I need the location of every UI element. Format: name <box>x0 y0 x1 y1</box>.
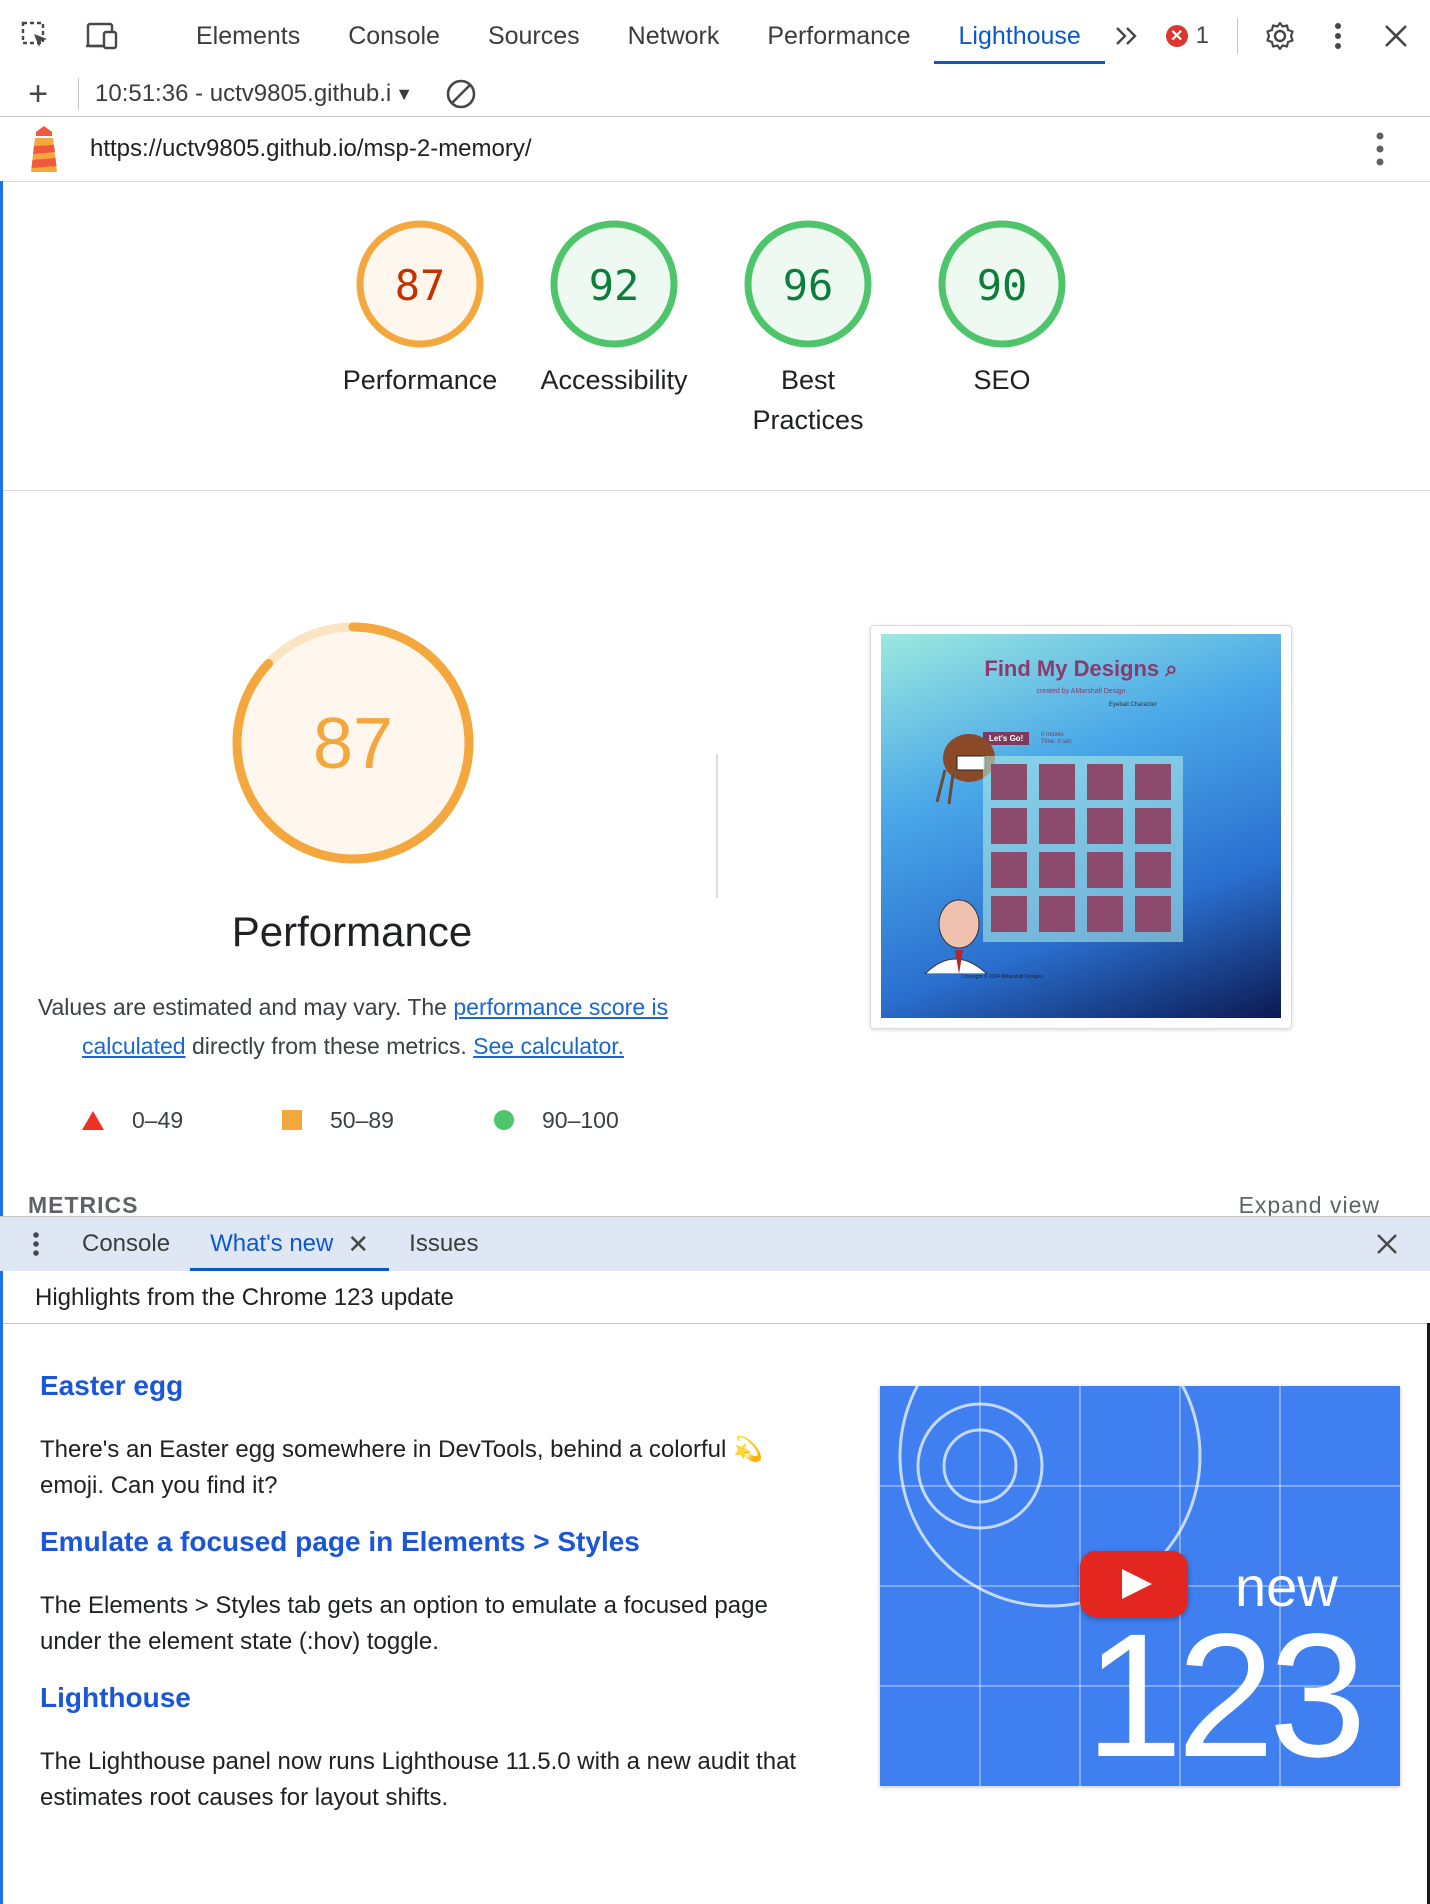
more-tabs-chevron-icon[interactable] <box>1105 0 1149 72</box>
new-report-plus-icon[interactable]: + <box>18 76 58 112</box>
clear-reports-icon[interactable] <box>443 76 479 112</box>
devtools-right-tools: ✕ 1 <box>1165 0 1430 72</box>
panel-tabs: Elements Console Sources Network Perform… <box>172 0 1149 72</box>
close-devtools-icon[interactable] <box>1376 16 1416 56</box>
tab-console[interactable]: Console <box>324 0 464 72</box>
devtools-tab-bar: Elements Console Sources Network Perform… <box>0 0 1430 73</box>
screenshot-footer: Copyright © 2024 AMarshall Designs <box>961 974 1043 980</box>
expand-view-button[interactable]: Expand view <box>1239 1192 1380 1219</box>
screenshot-subtitle: created by AMarshall Design <box>1036 688 1126 695</box>
error-icon: ✕ <box>1165 25 1188 47</box>
screenshot-moves: 0 moves Time: 0 sec <box>1041 732 1072 745</box>
gauge-ring-accessibility: 92 <box>550 220 678 348</box>
legend-average-range: 50–89 <box>330 1106 394 1133</box>
gauge-label-performance: Performance <box>342 365 498 395</box>
gauge-best-practices[interactable]: 96 Best Practices <box>718 218 898 440</box>
whats-new-item-title[interactable]: Lighthouse <box>40 1682 800 1714</box>
performance-description: Values are estimated and may vary. The p… <box>28 988 678 1066</box>
settings-gear-icon[interactable] <box>1260 16 1300 56</box>
chrome-update-video[interactable]: new 123 <box>880 1386 1400 1786</box>
report-selector-dropdown[interactable]: 10:51:36 - uctv9805.github.i ▼ <box>95 80 413 108</box>
gauge-accessibility[interactable]: 92 Accessibility <box>524 218 704 400</box>
tab-sources[interactable]: Sources <box>464 0 604 72</box>
see-calculator-link[interactable]: See calculator. <box>473 1033 624 1059</box>
legend-fail-range: 0–49 <box>132 1106 184 1133</box>
screenshot-card-grid <box>983 756 1183 942</box>
whats-new-header: Highlights from the Chrome 123 update <box>3 1271 1430 1324</box>
toolbar-divider <box>78 78 79 110</box>
gauge-score-best-practices: 96 <box>783 261 834 310</box>
lighthouse-toolbar: + 10:51:36 - uctv9805.github.i ▼ <box>0 72 1430 117</box>
gauge-score-accessibility: 92 <box>589 261 640 310</box>
gauge-ring-performance: 87 <box>356 220 484 348</box>
tab-lighthouse[interactable]: Lighthouse <box>934 0 1106 72</box>
drawer-tab-whats-new-label: What's new <box>210 1230 334 1257</box>
more-options-kebab-icon[interactable] <box>1318 16 1358 56</box>
report-menu-kebab-icon[interactable] <box>1370 129 1390 169</box>
whats-new-list: Easter egg There's an Easter egg somewhe… <box>40 1370 800 1816</box>
performance-big-score: 87 <box>313 704 393 784</box>
metrics-heading: METRICS <box>28 1192 139 1218</box>
gauge-label-accessibility: Accessibility <box>540 365 688 395</box>
whats-new-item-body: There's an Easter egg somewhere in DevTo… <box>40 1436 763 1499</box>
drawer-tab-whats-new[interactable]: What's new ✕ <box>190 1217 390 1271</box>
legend-fail: 0–49 <box>82 1107 282 1134</box>
report-selector-value: 10:51:36 - uctv9805.github.i <box>95 80 392 107</box>
device-toolbar-icon[interactable] <box>80 14 124 58</box>
category-gauges: 87 Performance 92 Accessibility 96 Best … <box>330 218 1150 458</box>
error-count: 1 <box>1195 22 1209 49</box>
report-url-bar: https://uctv9805.github.io/msp-2-memory/ <box>0 117 1430 182</box>
legend-pass: 90–100 <box>494 1107 619 1134</box>
screenshot-image: Find My Designs ⌕ created by AMarshall D… <box>881 634 1281 1018</box>
lighthouse-logo-icon <box>31 126 57 172</box>
left-focus-border <box>0 181 3 1904</box>
tab-network[interactable]: Network <box>604 0 744 72</box>
performance-big-gauge: 87 <box>232 622 474 864</box>
section-divider <box>3 490 1430 491</box>
whats-new-item-title[interactable]: Easter egg <box>40 1370 800 1402</box>
final-screenshot[interactable]: Find My Designs ⌕ created by AMarshall D… <box>870 625 1292 1029</box>
close-drawer-icon[interactable] <box>1370 1227 1404 1261</box>
gauge-label-seo: SEO <box>973 365 1031 395</box>
performance-desc-prefix: Values are estimated and may vary. The <box>37 994 454 1020</box>
drawer-tab-console[interactable]: Console <box>62 1217 190 1271</box>
pass-circle-icon <box>494 1110 514 1130</box>
dropdown-caret-icon: ▼ <box>395 83 414 104</box>
video-label-version: 123 <box>1085 1598 1367 1786</box>
performance-desc-mid: directly from these metrics. <box>185 1033 474 1059</box>
close-tab-icon[interactable]: ✕ <box>347 1229 369 1260</box>
inspect-element-icon[interactable] <box>14 14 58 58</box>
performance-vertical-divider <box>716 754 718 898</box>
whats-new-header-text: Highlights from the Chrome 123 update <box>35 1284 454 1311</box>
gauge-performance[interactable]: 87 Performance <box>330 218 510 400</box>
magnifier-icon: ⌕ <box>1165 656 1178 681</box>
drawer-tab-bar: Console What's new ✕ Issues <box>0 1216 1430 1271</box>
score-legend: 0–49 50–89 90–100 <box>82 1100 702 1140</box>
tab-performance[interactable]: Performance <box>743 0 934 72</box>
report-url: https://uctv9805.github.io/msp-2-memory/ <box>90 135 532 162</box>
gauge-ring-seo: 90 <box>938 220 1066 348</box>
gauge-seo[interactable]: 90 SEO <box>912 218 1092 400</box>
legend-pass-range: 90–100 <box>542 1106 619 1133</box>
legend-average: 50–89 <box>282 1107 494 1134</box>
gauge-score-seo: 90 <box>977 261 1028 310</box>
tab-elements[interactable]: Elements <box>172 0 324 72</box>
whats-new-item-body: The Lighthouse panel now runs Lighthouse… <box>40 1748 797 1811</box>
fail-triangle-icon <box>82 1110 104 1130</box>
screenshot-alt-text: Eyeball Character <box>1109 702 1157 708</box>
business-character-illustration <box>924 899 988 974</box>
whats-new-item-body: The Elements > Styles tab gets an option… <box>40 1592 768 1655</box>
toolbar-divider <box>1237 18 1238 54</box>
screenshot-site-title: Find My Designs ⌕ <box>984 656 1178 681</box>
average-square-icon <box>282 1110 302 1130</box>
gauge-ring-best-practices: 96 <box>744 220 872 348</box>
performance-title: Performance <box>231 908 473 955</box>
error-counter[interactable]: ✕ 1 <box>1165 22 1209 50</box>
whats-new-item-title[interactable]: Emulate a focused page in Elements > Sty… <box>40 1526 800 1558</box>
drawer-tab-issues[interactable]: Issues <box>389 1217 498 1271</box>
drawer-menu-kebab-icon[interactable] <box>22 1224 50 1264</box>
gauge-score-performance: 87 <box>395 261 446 310</box>
gauge-label-best-practices: Best Practices <box>752 365 864 435</box>
